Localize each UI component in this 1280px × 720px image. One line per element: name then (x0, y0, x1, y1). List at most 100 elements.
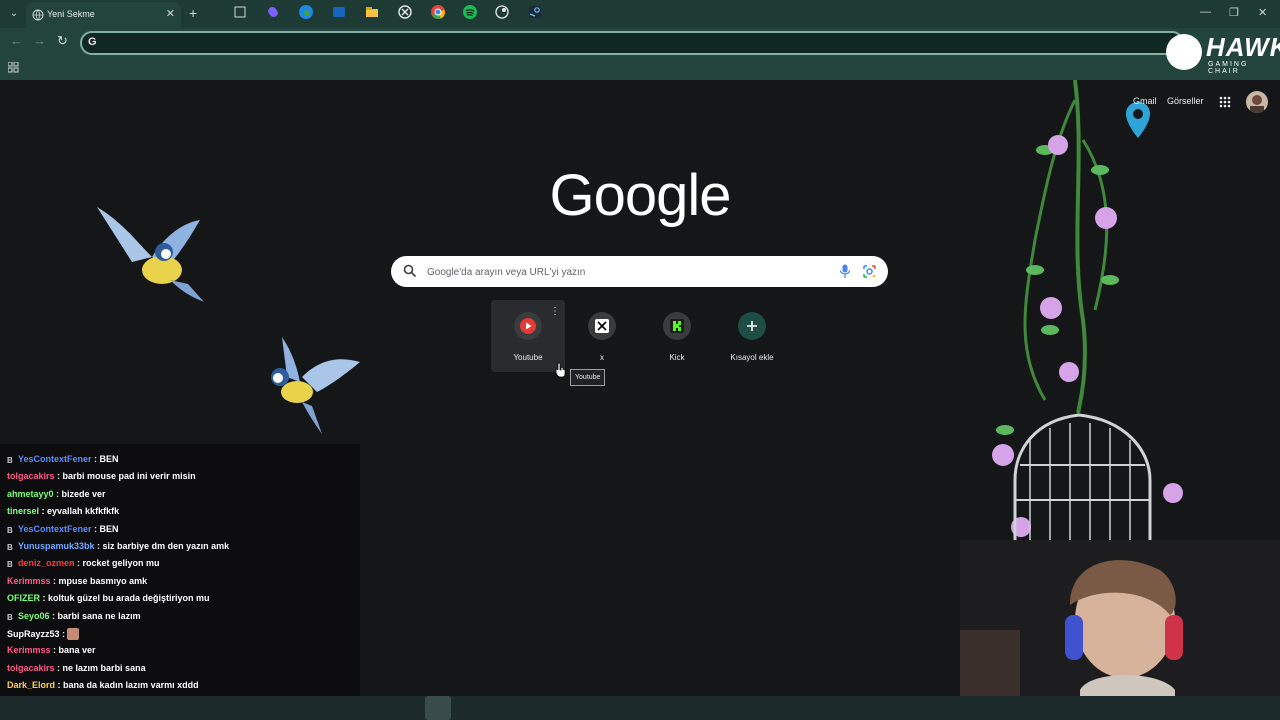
shortcut-x[interactable]: x (565, 300, 639, 372)
address-input[interactable] (104, 35, 1168, 51)
search-icon (403, 264, 417, 278)
images-link[interactable]: Görseller (1167, 96, 1204, 106)
chat-username[interactable]: tinersel (7, 506, 39, 516)
chat-username[interactable]: tolgacakirs (7, 663, 55, 673)
google-apps-icon[interactable] (1219, 96, 1231, 108)
hawk-logo: HAWK GAMING CHAIR (1166, 30, 1280, 75)
chat-text: : BEN (94, 454, 119, 464)
chat-username[interactable]: SupRayzz53 (7, 629, 60, 639)
youtube-icon (520, 318, 536, 334)
chat-text: : (62, 629, 66, 639)
search-box[interactable] (391, 256, 888, 287)
location-pin-decoration (1126, 102, 1150, 138)
outlook-icon[interactable] (331, 4, 347, 20)
chat-text: : mpuse basmıyo amk (53, 575, 148, 586)
tab-close-icon[interactable]: ✕ (166, 7, 175, 20)
forward-icon[interactable]: → (33, 33, 46, 48)
chat-username[interactable]: deniz_ozmen (18, 558, 75, 568)
shortcut-label: Kısayol ekle (730, 353, 774, 362)
chat-username[interactable]: Seyo06 (18, 611, 50, 621)
taskbar (0, 696, 1280, 720)
shortcut-more-icon[interactable]: ⋮ (550, 306, 560, 317)
chat-username[interactable]: OFIZER (7, 593, 40, 603)
chat-message: OFIZER : koltuk güzel bu arada değiştiri… (7, 593, 210, 610)
chat-text: : bana ver (53, 645, 96, 656)
chat-text: : bana da kadın lazım varmı xddd (57, 680, 199, 691)
shortcut-youtube[interactable]: ⋮ Youtube (491, 300, 565, 372)
chat-text: : rocket geliyon mu (77, 558, 160, 569)
gmail-link[interactable]: Gmail (1133, 96, 1157, 106)
spotify-icon[interactable] (462, 4, 478, 20)
chat-message: Kerimmss : bana ver (7, 645, 96, 662)
task-view-icon[interactable] (232, 4, 248, 20)
chat-badge-icon: B (7, 612, 13, 622)
streamer-webcam-image (960, 540, 1280, 700)
chat-username[interactable]: Kerimmss (7, 576, 51, 586)
apps-grid-icon[interactable] (8, 62, 19, 73)
shortcut-tile (738, 312, 766, 340)
shortcut-kick[interactable]: Kick (640, 300, 714, 372)
chrome-icon[interactable] (430, 4, 446, 20)
chat-message: Bdeniz_ozmen : rocket geliyon mu (7, 558, 160, 575)
tab-title: Yeni Sekme (47, 9, 95, 19)
chat-username[interactable]: Dark_Elord (7, 680, 55, 690)
chat-badge-icon: B (7, 456, 13, 465)
copilot-icon[interactable] (265, 4, 281, 20)
microphone-icon[interactable] (839, 264, 851, 279)
chat-message: B Yunuspamuk33bk : siz barbiye dm den yaz… (7, 541, 229, 558)
tab-new-tab[interactable]: Yeni Sekme ✕ (26, 2, 181, 28)
google-lens-icon[interactable] (862, 264, 877, 279)
reload-icon[interactable]: ↻ (57, 33, 68, 49)
close-window-icon[interactable]: ✕ (1258, 6, 1267, 19)
chat-text: : barbi mouse pad ini verir misin (57, 471, 196, 482)
kick-icon (670, 319, 684, 333)
x-icon (595, 319, 609, 333)
shortcut-label: x (600, 353, 604, 362)
restore-icon[interactable]: ❐ (1229, 6, 1239, 19)
new-tab-button[interactable]: + (189, 5, 197, 21)
chat-text: : eyvallah kkfkfkfk (41, 506, 120, 517)
xbox-icon[interactable] (397, 4, 413, 20)
chat-username[interactable]: Kerimmss (7, 645, 51, 655)
edge-icon[interactable] (298, 4, 314, 20)
taskbar-active-indicator (425, 696, 451, 720)
chat-username[interactable]: YesContextFener (18, 454, 92, 464)
chat-text: : ne lazım barbi sana (57, 662, 146, 673)
chat-text: : koltuk güzel bu arada değiştiriyon mu (42, 593, 210, 604)
shortcut-add[interactable]: Kısayol ekle (715, 300, 789, 372)
chat-username[interactable]: ahmetayy0 (7, 489, 54, 499)
profile-avatar[interactable] (1246, 91, 1268, 113)
minimize-icon[interactable]: — (1200, 6, 1211, 18)
steam-icon[interactable] (527, 4, 543, 20)
chat-username[interactable]: tolgacakirs (7, 471, 55, 481)
search-input[interactable] (425, 264, 819, 281)
chat-message: B Seyo06 : barbi sana ne lazım (7, 611, 141, 628)
file-explorer-icon[interactable] (364, 4, 380, 20)
shortcut-tile (588, 312, 616, 340)
shortcut-label: Kick (669, 353, 685, 362)
chat-text: : bizede ver (56, 488, 106, 499)
chat-badge-icon: B (7, 560, 13, 570)
hawk-emblem-icon (1166, 34, 1202, 70)
browser-toolbar: ← → ↻ G (0, 28, 1280, 56)
chat-message: SupRayzz53 : (7, 628, 80, 645)
bluetit-bird-decoration (271, 337, 360, 434)
shortcut-tile (514, 312, 542, 340)
chat-message: tinersel : eyvallah kkfkfkfk (7, 506, 119, 523)
chat-message: Kerimmss : mpuse basmıyo amk (7, 576, 147, 593)
chat-text: : barbi sana ne lazım (52, 610, 141, 621)
chat-text: : BEN (94, 523, 119, 534)
chat-username[interactable]: Yunuspamuk33bk (18, 541, 95, 551)
steam-tools-icon[interactable] (494, 4, 510, 20)
avatar-icon (1250, 95, 1264, 113)
chat-username[interactable]: YesContextFener (18, 524, 92, 534)
chat-message: B YesContextFener : BEN (7, 524, 119, 541)
back-icon[interactable]: ← (10, 33, 23, 48)
hand-cursor-icon (555, 362, 566, 378)
plus-icon (747, 321, 757, 331)
tab-search-chevron-icon[interactable]: ⌄ (6, 6, 22, 22)
chat-message: Dark_Elord : bana da kadın lazım varmı x… (7, 680, 199, 697)
webcam-overlay (960, 540, 1280, 700)
shortcut-tooltip: Youtube (570, 369, 606, 386)
address-bar[interactable]: G (80, 31, 1184, 55)
